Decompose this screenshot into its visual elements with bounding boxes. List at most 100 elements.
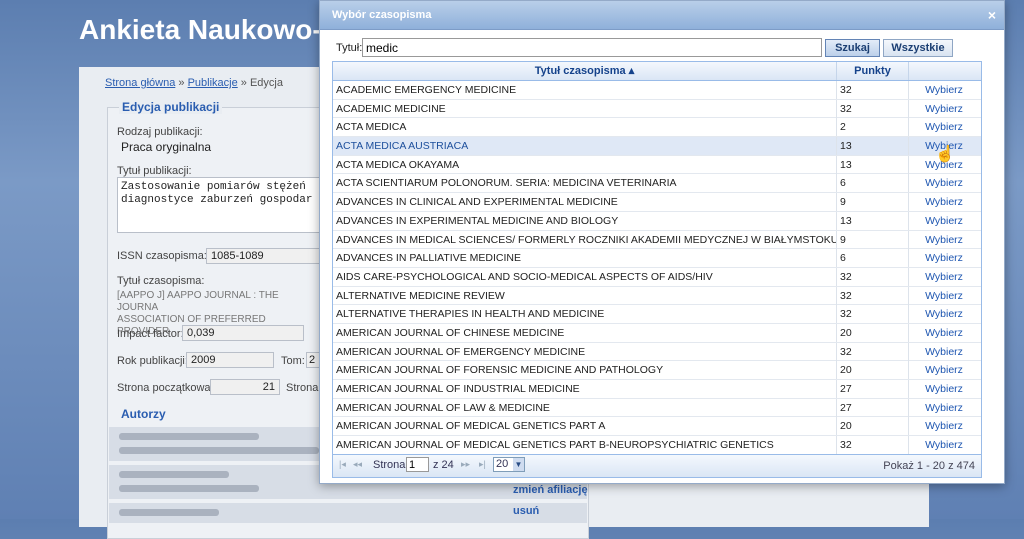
table-row[interactable]: ACTA MEDICA AUSTRIACA 13 Wybierz	[333, 137, 981, 156]
select-journal-link[interactable]: Wybierz	[909, 399, 979, 417]
select-journal-link[interactable]: Wybierz	[909, 249, 979, 267]
show-all-button[interactable]: Wszystkie	[883, 39, 953, 57]
breadcrumb-separator: »	[178, 77, 185, 89]
journal-title-cell: ALTERNATIVE THERAPIES IN HEALTH AND MEDI…	[333, 305, 837, 324]
next-page-icon[interactable]: ▸▸	[461, 459, 470, 470]
table-row[interactable]: ALTERNATIVE MEDICINE REVIEW 32 Wybierz	[333, 286, 981, 306]
select-journal-link[interactable]: Wybierz	[909, 81, 979, 99]
table-row[interactable]: AMERICAN JOURNAL OF MEDICAL GENETICS PAR…	[333, 436, 981, 455]
start-page-field[interactable]: 21	[210, 379, 280, 395]
issn-field[interactable]: 1085-1089	[206, 248, 321, 264]
dialog-header[interactable]: Wybór czasopisma ×	[320, 1, 1004, 30]
breadcrumb-home-link[interactable]: Strona główna	[105, 77, 175, 89]
search-button[interactable]: Szukaj	[825, 39, 880, 57]
points-cell: 9	[837, 230, 909, 249]
journal-text-line: [AAPPO J] AAPPO JOURNAL : THE JOURNA	[117, 290, 279, 313]
year-field[interactable]: 2009	[186, 352, 274, 368]
impact-factor-field[interactable]: 0,039	[182, 325, 304, 341]
column-header-action	[909, 62, 981, 80]
change-affiliation-link[interactable]: zmień afiliację	[513, 484, 588, 496]
column-header-title[interactable]: Tytuł czasopisma ▴	[333, 62, 837, 80]
points-cell: 32	[837, 81, 909, 99]
select-journal-link[interactable]: Wybierz	[909, 380, 979, 398]
points-cell: 32	[837, 342, 909, 361]
remove-link[interactable]: usuń	[513, 505, 539, 517]
hand-cursor-icon: ☝	[935, 146, 955, 163]
table-row[interactable]: ACTA SCIENTIARUM POLONORUM. SERIA: MEDIC…	[333, 174, 981, 194]
page-number-input[interactable]	[406, 457, 429, 472]
pub-title-textarea[interactable]: Zastosowanie pomiarów stężeń diagnostyce…	[117, 177, 327, 233]
section-title: Edycja publikacji	[119, 100, 223, 114]
points-cell: 32	[837, 286, 909, 305]
prev-page-icon[interactable]: ◂◂	[353, 459, 362, 470]
table-row[interactable]: AMERICAN JOURNAL OF FORENSIC MEDICINE AN…	[333, 361, 981, 380]
points-cell: 20	[837, 417, 909, 436]
select-journal-link[interactable]: Wybierz	[909, 100, 979, 118]
close-icon[interactable]: ×	[988, 7, 996, 23]
select-journal-link[interactable]: Wybierz	[909, 305, 979, 323]
column-header-points[interactable]: Punkty	[837, 62, 909, 80]
table-row[interactable]: AMERICAN JOURNAL OF MEDICAL GENETICS PAR…	[333, 417, 981, 437]
select-journal-link[interactable]: Wybierz	[909, 231, 979, 249]
pub-type-select[interactable]: Praca oryginalna	[117, 139, 327, 155]
journal-title-cell: ACTA MEDICA	[333, 118, 837, 137]
select-journal-link[interactable]: Wybierz	[909, 287, 979, 305]
points-cell: 13	[837, 137, 909, 156]
breadcrumb: Strona główna » Publikacje » Edycja	[105, 77, 283, 89]
chevron-down-icon: ▼	[513, 458, 524, 471]
points-cell: 32	[837, 305, 909, 324]
pub-title-label: Tytuł publikacji:	[117, 165, 192, 177]
journal-title-cell: AMERICAN JOURNAL OF LAW & MEDICINE	[333, 398, 837, 417]
select-journal-link[interactable]: Wybierz	[909, 268, 979, 286]
select-journal-link[interactable]: Wybierz	[909, 193, 979, 211]
table-row[interactable]: ACTA MEDICA 2 Wybierz	[333, 118, 981, 138]
journal-title-cell: AMERICAN JOURNAL OF CHINESE MEDICINE	[333, 323, 837, 342]
table-row[interactable]: ADVANCES IN MEDICAL SCIENCES/ FORMERLY R…	[333, 230, 981, 250]
author-name-blur	[119, 433, 259, 440]
journal-title-cell: ACTA MEDICA OKAYAMA	[333, 155, 837, 174]
select-journal-link[interactable]: Wybierz	[909, 343, 979, 361]
page-size-select[interactable]: 20 ▼	[493, 457, 525, 472]
table-row[interactable]: ACADEMIC EMERGENCY MEDICINE 32 Wybierz	[333, 81, 981, 100]
table-row[interactable]: AMERICAN JOURNAL OF INDUSTRIAL MEDICINE 2…	[333, 380, 981, 399]
table-row[interactable]: ACADEMIC MEDICINE 32 Wybierz	[333, 99, 981, 119]
table-row[interactable]: AIDS CARE-PSYCHOLOGICAL AND SOCIO-MEDICA…	[333, 267, 981, 287]
table-row[interactable]: ADVANCES IN CLINICAL AND EXPERIMENTAL ME…	[333, 193, 981, 212]
journal-title-cell: AMERICAN JOURNAL OF INDUSTRIAL MEDICINE	[333, 380, 837, 398]
impact-factor-label: Impact factor:	[117, 328, 184, 340]
select-journal-link[interactable]: Wybierz	[909, 417, 979, 435]
volume-field[interactable]: 2	[306, 352, 320, 368]
table-row[interactable]: AMERICAN JOURNAL OF CHINESE MEDICINE 20 Wy…	[333, 323, 981, 343]
breadcrumb-separator: »	[240, 77, 247, 89]
points-cell: 9	[837, 193, 909, 212]
end-page-label: Strona	[286, 382, 319, 394]
table-row[interactable]: ACTA MEDICA OKAYAMA 13 Wybierz	[333, 155, 981, 175]
journal-title-cell: AMERICAN JOURNAL OF MEDICAL GENETICS PAR…	[333, 436, 837, 455]
grid-body: ACADEMIC EMERGENCY MEDICINE 32 Wybierz ACAD…	[333, 81, 981, 455]
select-journal-link[interactable]: Wybierz	[909, 324, 979, 342]
select-journal-link[interactable]: Wybierz	[909, 361, 979, 379]
search-label: Tytuł:	[336, 42, 363, 54]
select-journal-link[interactable]: Wybierz	[909, 436, 979, 454]
table-row[interactable]: AMERICAN JOURNAL OF EMERGENCY MEDICINE 32…	[333, 342, 981, 362]
select-journal-link[interactable]: Wybierz	[909, 118, 979, 136]
search-input[interactable]	[362, 38, 822, 57]
last-page-icon[interactable]: ▸|	[479, 459, 486, 470]
breadcrumb-publications-link[interactable]: Publikacje	[188, 77, 238, 89]
table-row[interactable]: ALTERNATIVE THERAPIES IN HEALTH AND MEDI…	[333, 305, 981, 324]
table-row[interactable]: ADVANCES IN PALLIATIVE MEDICINE 6 Wybierz	[333, 249, 981, 268]
journal-title-cell: AMERICAN JOURNAL OF MEDICAL GENETICS PAR…	[333, 417, 837, 436]
select-journal-link[interactable]: Wybierz	[909, 174, 979, 192]
points-cell: 6	[837, 249, 909, 268]
author-name-blur	[119, 471, 229, 478]
select-journal-link[interactable]: Wybierz	[909, 212, 979, 230]
pager: |◂ ◂◂ Strona z 24 ▸▸ ▸| 20 ▼ Pokaż 1 - 2…	[333, 454, 981, 477]
points-cell: 32	[837, 436, 909, 455]
first-page-icon[interactable]: |◂	[339, 459, 346, 470]
dialog-title: Wybór czasopisma	[332, 9, 432, 21]
journal-title-cell: ADVANCES IN CLINICAL AND EXPERIMENTAL ME…	[333, 193, 837, 212]
table-row[interactable]: AMERICAN JOURNAL OF LAW & MEDICINE 27 Wybi…	[333, 398, 981, 418]
journal-title-cell: ALTERNATIVE MEDICINE REVIEW	[333, 286, 837, 305]
journal-title-cell: ACTA SCIENTIARUM POLONORUM. SERIA: MEDIC…	[333, 174, 837, 193]
table-row[interactable]: ADVANCES IN EXPERIMENTAL MEDICINE AND BI…	[333, 211, 981, 231]
